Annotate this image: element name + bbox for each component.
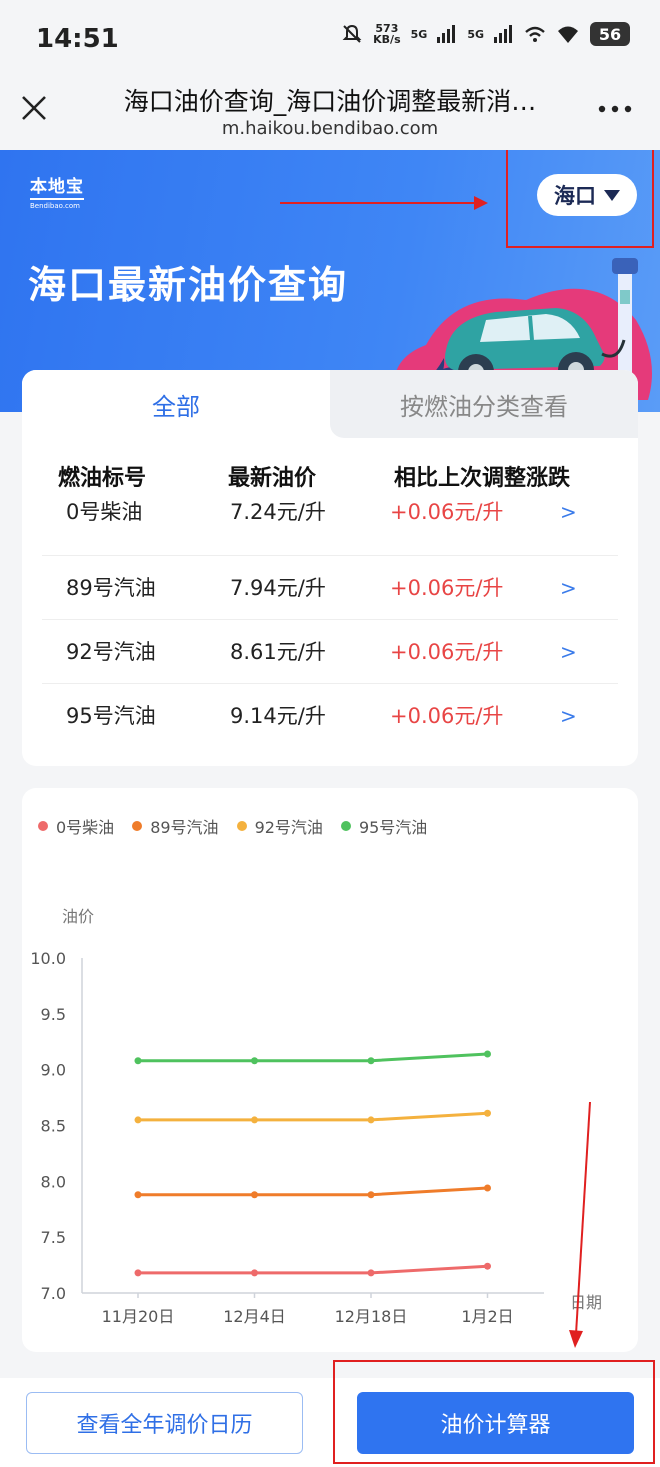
more-options-icon[interactable] (598, 104, 632, 114)
close-icon[interactable] (18, 92, 50, 124)
x-tick-label: 12月4日 (223, 1307, 286, 1326)
y-tick-label: 8.5 (41, 1117, 66, 1136)
data-point (484, 1262, 491, 1270)
y-tick-label: 7.0 (41, 1284, 66, 1303)
fuel-price-card: 全部 按燃油分类查看 燃油标号 最新油价 相比上次调整涨跌 0号柴油 7.24元… (22, 370, 638, 766)
series-line (138, 1264, 488, 1275)
data-point (251, 1057, 258, 1065)
y-tick-label: 8.0 (41, 1172, 66, 1191)
bottom-action-bar: 查看全年调价日历 油价计算器 (0, 1360, 660, 1467)
chevron-right-icon: > (560, 576, 577, 600)
data-point (134, 1057, 142, 1065)
series-line (138, 1111, 488, 1122)
wifi-icon (558, 26, 578, 43)
annotation-box-calculator (333, 1360, 655, 1464)
y-tick-label: 7.5 (41, 1228, 66, 1247)
data-point (251, 1269, 258, 1277)
data-point (251, 1191, 258, 1199)
data-point (367, 1269, 375, 1277)
data-point (484, 1050, 491, 1058)
table-row[interactable]: 92号汽油 8.61元/升 +0.06元/升 > (42, 620, 618, 684)
annotation-arrow-vertical (569, 1101, 591, 1348)
tab-all[interactable]: 全部 (22, 370, 330, 438)
annotation-arrow-head (474, 196, 488, 210)
data-point (484, 1184, 491, 1192)
chevron-right-icon: > (560, 500, 577, 524)
status-bar: 14:51 573 KB/s 5G 5G 56 (0, 0, 660, 78)
status-icons: 573 KB/s 5G 5G 56 (341, 22, 630, 46)
table-row[interactable]: 0号柴油 7.24元/升 +0.06元/升 > (42, 492, 618, 556)
data-point (367, 1057, 375, 1065)
signal-5g-label-2: 5G (467, 27, 484, 41)
tab-by-fuel-type[interactable]: 按燃油分类查看 (330, 370, 638, 438)
mute-bell-icon (342, 24, 362, 43)
x-tick-label: 11月20日 (102, 1307, 175, 1326)
x-tick-label: 1月2日 (461, 1307, 513, 1326)
status-time: 14:51 (36, 24, 119, 54)
chevron-right-icon: > (560, 640, 577, 664)
y-axis-label: 油价 (62, 907, 94, 926)
annotation-box-city (506, 150, 654, 248)
wifi-calling-icon (525, 26, 545, 42)
series-line (138, 1186, 488, 1197)
signal-5g-label: 5G (410, 27, 428, 41)
y-tick-label: 10.0 (30, 949, 66, 968)
data-point (134, 1191, 142, 1199)
chevron-right-icon: > (560, 704, 577, 728)
page-url: m.haikou.bendibao.com (221, 118, 439, 139)
data-point (251, 1116, 258, 1124)
bendibao-logo[interactable]: 本地宝 Bendibao.com (30, 172, 84, 210)
y-tick-label: 9.5 (41, 1005, 66, 1024)
page-title: 海口油价查询_海口油价调整最新消… (123, 87, 537, 116)
hero-title: 海口最新油价查询 (28, 263, 349, 307)
browser-header: 海口油价查询_海口油价调整最新消… m.haikou.bendibao.com (0, 78, 660, 150)
signal-bars-icon (437, 25, 456, 43)
price-trend-chart-card: 0号柴油 89号汽油 92号汽油 95号汽油 油价 日期 7.0 7.5 8.0 8.5 9… (22, 788, 638, 1352)
table-row[interactable]: 95号汽油 9.14元/升 +0.06元/升 > (42, 684, 618, 748)
price-calendar-button[interactable]: 查看全年调价日历 (26, 1392, 303, 1454)
data-point (134, 1116, 142, 1124)
data-point (484, 1109, 491, 1117)
data-point (367, 1116, 375, 1124)
data-point (134, 1269, 142, 1277)
battery-indicator: 56 (590, 22, 630, 46)
y-tick-label: 9.0 (41, 1061, 66, 1080)
annotation-arrow-line (280, 202, 480, 204)
signal-bars-icon-2 (494, 25, 512, 43)
x-tick-label: 12月18日 (335, 1307, 408, 1326)
data-point (367, 1191, 375, 1199)
series-line (138, 1052, 488, 1063)
table-row[interactable]: 89号汽油 7.94元/升 +0.06元/升 > (42, 556, 618, 620)
net-speed: 573 KB/s (373, 22, 401, 46)
price-line-chart: 油价日期7.07.58.08.59.09.510.011月20日 12月4日 12月… (30, 907, 602, 1326)
